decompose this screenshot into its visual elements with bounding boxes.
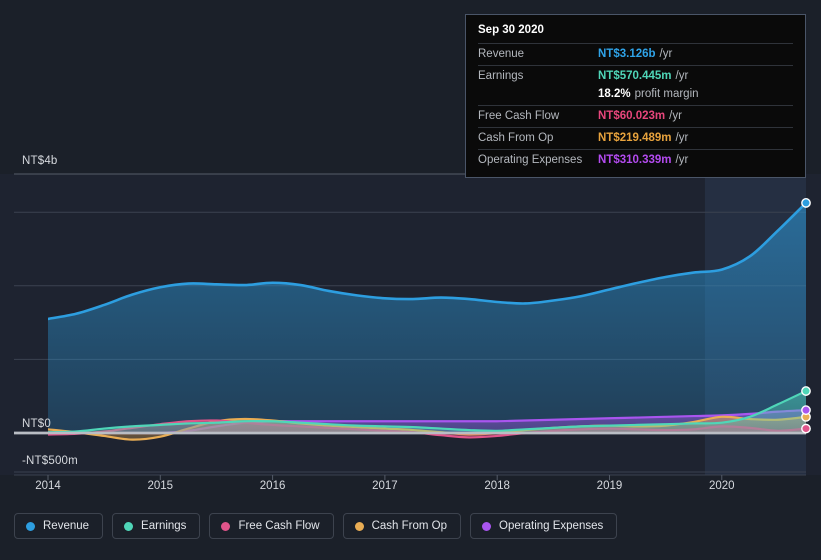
chart-legend: Revenue Earnings Free Cash Flow Cash From O… bbox=[14, 513, 618, 539]
tooltip-row-unit: /yr bbox=[659, 48, 673, 60]
x-axis-label-2019: 2019 bbox=[596, 480, 623, 492]
tooltip-row: Earnings NT$570.445m/yr bbox=[478, 65, 793, 87]
tooltip-row-value: NT$3.126b bbox=[598, 48, 656, 60]
tooltip-row: 18.2% profit margin bbox=[478, 87, 793, 105]
legend-color-dot-icon bbox=[354, 521, 364, 531]
tooltip-row: Operating Expenses NT$310.339m/yr bbox=[478, 149, 793, 171]
tooltip-row: Cash From Op NT$219.489m/yr bbox=[478, 127, 793, 149]
legend-color-dot-icon bbox=[482, 521, 492, 531]
endpoint-marker-operating-expenses bbox=[801, 405, 811, 416]
tooltip-row: Free Cash Flow NT$60.023m/yr bbox=[478, 105, 793, 127]
chart-tooltip: Sep 30 2020 Revenue NT$3.126b/yr Earnings N… bbox=[465, 14, 806, 178]
tooltip-row-key: Cash From Op bbox=[478, 132, 554, 144]
legend-item-label: Revenue bbox=[43, 520, 90, 532]
tooltip-row-unit: /yr bbox=[675, 154, 689, 166]
tooltip-row-key: Free Cash Flow bbox=[478, 110, 560, 122]
x-axis-label-2020: 2020 bbox=[708, 480, 735, 492]
tooltip-row-key: Revenue bbox=[478, 48, 525, 60]
endpoint-marker-earnings bbox=[801, 386, 811, 396]
legend-item-earnings[interactable]: Earnings bbox=[112, 513, 201, 539]
tooltip-row-unit: /yr bbox=[675, 132, 689, 144]
tooltip-row-value: 18.2% bbox=[598, 88, 631, 100]
y-axis-top-label: NT$4b bbox=[22, 155, 58, 167]
legend-color-dot-icon bbox=[26, 521, 35, 531]
tooltip-row-value: NT$60.023m bbox=[598, 110, 666, 122]
legend-item-label: Operating Expenses bbox=[499, 520, 604, 532]
x-axis-label-2015: 2015 bbox=[147, 480, 174, 492]
tooltip-row-unit: profit margin bbox=[634, 88, 699, 100]
x-axis-label-2016: 2016 bbox=[259, 480, 286, 492]
tooltip-row: Revenue NT$3.126b/yr bbox=[478, 43, 793, 65]
x-axis-label-2017: 2017 bbox=[372, 480, 398, 492]
legend-item-label: Earnings bbox=[141, 520, 187, 532]
endpoint-marker-free-cash-flow bbox=[801, 423, 811, 434]
tooltip-row-unit: /yr bbox=[669, 110, 682, 122]
tooltip-row-value: NT$310.339m bbox=[598, 154, 672, 166]
tooltip-row-unit: /yr bbox=[675, 70, 689, 82]
y-axis-zero-label: NT$0 bbox=[22, 418, 51, 430]
legend-color-dot-icon bbox=[221, 521, 231, 531]
legend-item-label: Cash From Op bbox=[371, 520, 448, 532]
legend-item-free-cash-flow[interactable]: Free Cash Flow bbox=[209, 513, 334, 539]
tooltip-date: Sep 30 2020 bbox=[478, 24, 544, 36]
tooltip-rows: Revenue NT$3.126b/yr Earnings NT$570.445m/y… bbox=[478, 43, 793, 171]
endpoint-marker-revenue bbox=[801, 198, 811, 208]
legend-item-revenue[interactable]: Revenue bbox=[14, 513, 104, 539]
x-axis-label-2014: 2014 bbox=[35, 480, 61, 492]
tooltip-row-key: Operating Expenses bbox=[478, 154, 583, 166]
y-axis-negative-label: -NT$500m bbox=[22, 455, 78, 467]
x-axis-label-2018: 2018 bbox=[484, 480, 510, 492]
legend-color-dot-icon bbox=[124, 521, 134, 531]
legend-item-operating-expenses[interactable]: Operating Expenses bbox=[470, 513, 618, 539]
chart-page: NT$4b NT$0 -NT$500m 2014 2015 2016 2017 2018… bbox=[0, 0, 821, 560]
tooltip-row-value: NT$219.489m bbox=[598, 132, 672, 144]
tooltip-row-value: NT$570.445m bbox=[598, 70, 672, 82]
tooltip-row-key: Earnings bbox=[478, 70, 524, 82]
legend-item-cash-from-op[interactable]: Cash From Op bbox=[342, 513, 462, 539]
legend-item-label: Free Cash Flow bbox=[238, 520, 320, 532]
